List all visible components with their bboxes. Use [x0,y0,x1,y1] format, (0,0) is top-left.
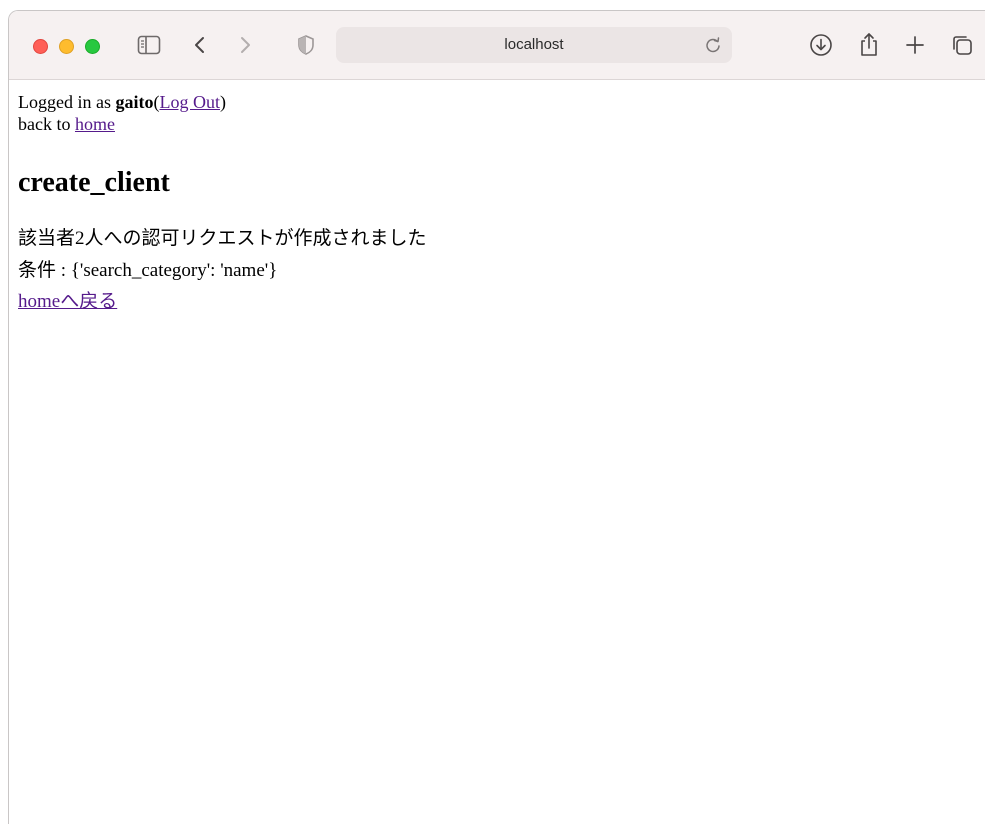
address-bar[interactable]: localhost [336,27,732,63]
maximize-window-button[interactable] [85,39,100,54]
tabs-overview-icon[interactable] [948,31,976,59]
logged-in-prefix: Logged in as [18,92,116,112]
back-prefix: back to [18,114,75,134]
result-message: 該当者2人への認可リクエストが作成されました [18,228,427,249]
browser-toolbar: localhost [9,11,985,80]
download-icon[interactable] [807,31,835,59]
url-text: localhost [504,36,564,53]
plus-icon[interactable] [901,31,929,59]
sidebar-icon[interactable] [135,31,163,59]
share-icon[interactable] [855,31,883,59]
close-paren: ) [219,92,226,112]
home-link[interactable]: home [75,114,115,134]
reload-icon[interactable] [704,36,722,54]
shield-icon[interactable] [292,31,320,59]
username: gaito [115,92,154,112]
chevron-right-icon[interactable] [231,31,259,59]
home-return-link[interactable]: homeへ戻る [18,291,117,312]
login-status: Logged in as gaito(Log Out) [18,91,226,113]
back-to-home: back to home [18,113,115,135]
chevron-left-icon[interactable] [186,31,214,59]
logout-link[interactable]: Log Out [159,92,220,112]
home-return-row: homeへ戻る [18,290,117,314]
minimize-window-button[interactable] [59,39,74,54]
browser-window: localhost Logged in as gaito(Log Out) ba… [8,10,985,824]
close-window-button[interactable] [33,39,48,54]
page-title: create_client [18,167,170,198]
condition-text: 条件 : {'search_category': 'name'} [18,260,278,281]
